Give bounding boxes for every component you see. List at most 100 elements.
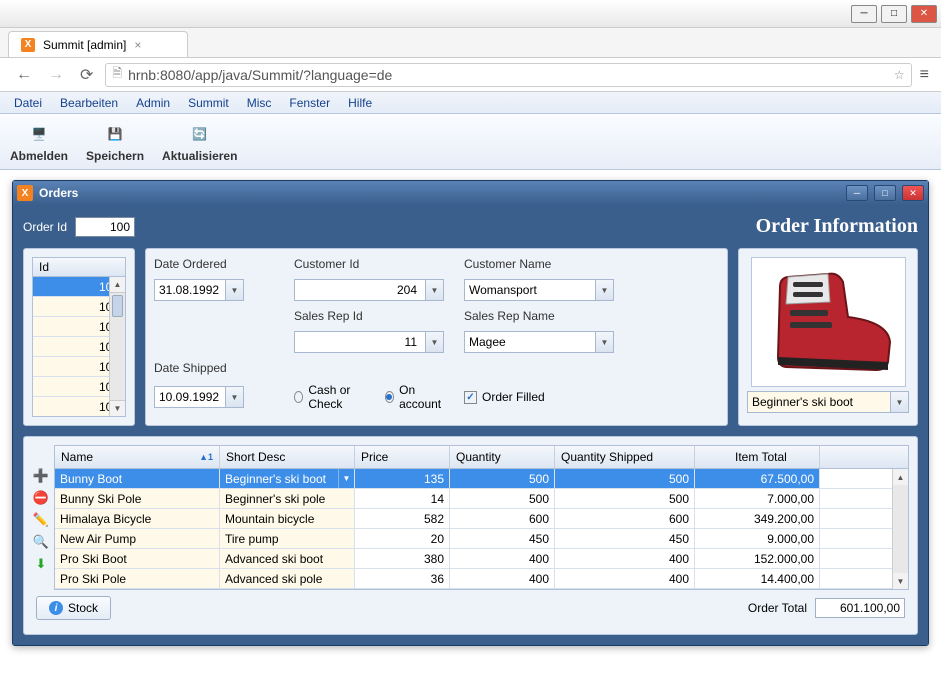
- back-button[interactable]: ←: [12, 64, 36, 86]
- cell-qty: 450: [450, 529, 555, 548]
- page-title: Order Information: [756, 215, 918, 238]
- browser-tabbar: X Summit [admin] ×: [0, 28, 941, 58]
- search-row-icon[interactable]: 🔍: [32, 533, 50, 551]
- cell-price: 36: [355, 569, 450, 588]
- cell-total: 67.500,00: [695, 469, 820, 488]
- table-row[interactable]: New Air PumpTire pump204504509.000,00: [55, 529, 908, 549]
- table-row[interactable]: Himalaya BicycleMountain bicycle58260060…: [55, 509, 908, 529]
- cell-total: 349.200,00: [695, 509, 820, 528]
- product-image: [751, 257, 906, 387]
- grid-scrollbar[interactable]: ▲ ▼: [892, 469, 908, 589]
- chevron-down-icon: ▼: [425, 280, 443, 300]
- save-icon: 💾: [102, 121, 128, 147]
- col-item-total[interactable]: Item Total: [695, 446, 820, 468]
- window-maximize-button[interactable]: □: [874, 185, 896, 201]
- cell-qty: 500: [450, 469, 555, 488]
- info-icon: i: [49, 601, 63, 615]
- sales-rep-id-field[interactable]: 11▼: [294, 331, 444, 353]
- page-icon: 🗎: [112, 64, 122, 85]
- chevron-down-icon: ▼: [595, 280, 613, 300]
- browser-navbar: ← → ⟳ 🗎 ☆ ≡: [0, 58, 941, 92]
- tab-title: Summit [admin]: [43, 38, 126, 52]
- logout-button[interactable]: 🖥️ Abmelden: [10, 121, 68, 163]
- cell-desc: Mountain bicycle: [220, 509, 355, 528]
- os-titlebar: ─ □ ✕: [0, 0, 941, 28]
- date-shipped-label: Date Shipped: [154, 361, 274, 375]
- window-titlebar[interactable]: X Orders ─ □ ✕: [13, 181, 928, 205]
- stock-button[interactable]: i Stock: [36, 596, 111, 620]
- table-row[interactable]: Bunny BootBeginner's ski boot▼1355005006…: [55, 469, 908, 489]
- cell-desc: Tire pump: [220, 529, 355, 548]
- cell-qty: 600: [450, 509, 555, 528]
- menu-fenster[interactable]: Fenster: [281, 94, 338, 112]
- cell-name: Pro Ski Boot: [55, 549, 220, 568]
- col-quantity[interactable]: Quantity: [450, 446, 555, 468]
- menu-datei[interactable]: Datei: [6, 94, 50, 112]
- window-close-button[interactable]: ✕: [902, 185, 924, 201]
- table-row[interactable]: Bunny Ski PoleBeginner's ski pole1450050…: [55, 489, 908, 509]
- chevron-down-icon: ▼: [225, 387, 243, 407]
- menu-misc[interactable]: Misc: [239, 94, 280, 112]
- col-quantity-shipped[interactable]: Quantity Shipped: [555, 446, 695, 468]
- col-short-desc[interactable]: Short Desc: [220, 446, 355, 468]
- menu-admin[interactable]: Admin: [128, 94, 178, 112]
- menu-bearbeiten[interactable]: Bearbeiten: [52, 94, 126, 112]
- delete-row-icon[interactable]: ⛔: [32, 489, 50, 507]
- tab-close-icon[interactable]: ×: [134, 38, 141, 52]
- browser-menu-button[interactable]: ≡: [920, 66, 929, 84]
- order-id-input[interactable]: [75, 217, 135, 237]
- sales-rep-name-field[interactable]: Magee▼: [464, 331, 614, 353]
- col-name[interactable]: Name▲1: [55, 446, 220, 468]
- forward-button[interactable]: →: [44, 64, 68, 86]
- customer-name-label: Customer Name: [464, 257, 614, 271]
- id-header[interactable]: Id: [32, 257, 126, 277]
- chevron-down-icon: ▼: [890, 392, 908, 412]
- cash-or-check-radio[interactable]: Cash or Check: [294, 383, 367, 411]
- scroll-thumb[interactable]: [112, 295, 123, 317]
- cell-total: 9.000,00: [695, 529, 820, 548]
- table-row[interactable]: Pro Ski PoleAdvanced ski pole3640040014.…: [55, 569, 908, 589]
- order-filled-checkbox[interactable]: ✓Order Filled: [464, 390, 614, 404]
- cell-qty-shipped: 600: [555, 509, 695, 528]
- scroll-down-icon[interactable]: ▼: [893, 573, 908, 589]
- os-maximize-button[interactable]: □: [881, 5, 907, 23]
- os-minimize-button[interactable]: ─: [851, 5, 877, 23]
- col-price[interactable]: Price: [355, 446, 450, 468]
- edit-row-icon[interactable]: ✏️: [32, 511, 50, 529]
- chevron-down-icon[interactable]: ▼: [338, 469, 354, 488]
- order-total-field: [815, 598, 905, 618]
- table-row[interactable]: Pro Ski BootAdvanced ski boot38040040015…: [55, 549, 908, 569]
- browser-tab[interactable]: X Summit [admin] ×: [8, 31, 188, 57]
- refresh-button[interactable]: 🔄 Aktualisieren: [162, 121, 237, 163]
- url-input[interactable]: [128, 67, 888, 83]
- bookmark-icon[interactable]: ☆: [894, 68, 905, 82]
- id-scrollbar[interactable]: ▲ ▼: [109, 277, 125, 416]
- menu-hilfe[interactable]: Hilfe: [340, 94, 380, 112]
- radio-icon: [385, 391, 394, 403]
- cell-name: Bunny Ski Pole: [55, 489, 220, 508]
- id-list-panel: Id 100 101 102 103 104 105 106 ▲ ▼: [23, 248, 135, 426]
- product-desc-field[interactable]: Beginner's ski boot▼: [747, 391, 909, 413]
- menu-summit[interactable]: Summit: [180, 94, 237, 112]
- cell-qty-shipped: 400: [555, 549, 695, 568]
- export-icon[interactable]: ⬇: [32, 555, 50, 573]
- reload-button[interactable]: ⟳: [76, 63, 97, 87]
- date-shipped-field[interactable]: 10.09.1992▼: [154, 386, 244, 408]
- window-minimize-button[interactable]: ─: [846, 185, 868, 201]
- scroll-down-icon[interactable]: ▼: [110, 400, 125, 416]
- cell-total: 152.000,00: [695, 549, 820, 568]
- customer-name-field[interactable]: Womansport▼: [464, 279, 614, 301]
- add-row-icon[interactable]: ➕: [32, 467, 50, 485]
- on-account-radio[interactable]: On account: [385, 383, 444, 411]
- cell-price: 135: [355, 469, 450, 488]
- cell-total: 14.400,00: [695, 569, 820, 588]
- scroll-up-icon[interactable]: ▲: [110, 277, 125, 293]
- scroll-up-icon[interactable]: ▲: [893, 469, 908, 485]
- date-ordered-field[interactable]: 31.08.1992▼: [154, 279, 244, 301]
- save-button[interactable]: 💾 Speichern: [86, 121, 144, 163]
- customer-id-field[interactable]: 204▼: [294, 279, 444, 301]
- cell-desc: Beginner's ski pole: [220, 489, 355, 508]
- os-close-button[interactable]: ✕: [911, 5, 937, 23]
- url-box[interactable]: 🗎 ☆: [105, 63, 911, 87]
- cell-total: 7.000,00: [695, 489, 820, 508]
